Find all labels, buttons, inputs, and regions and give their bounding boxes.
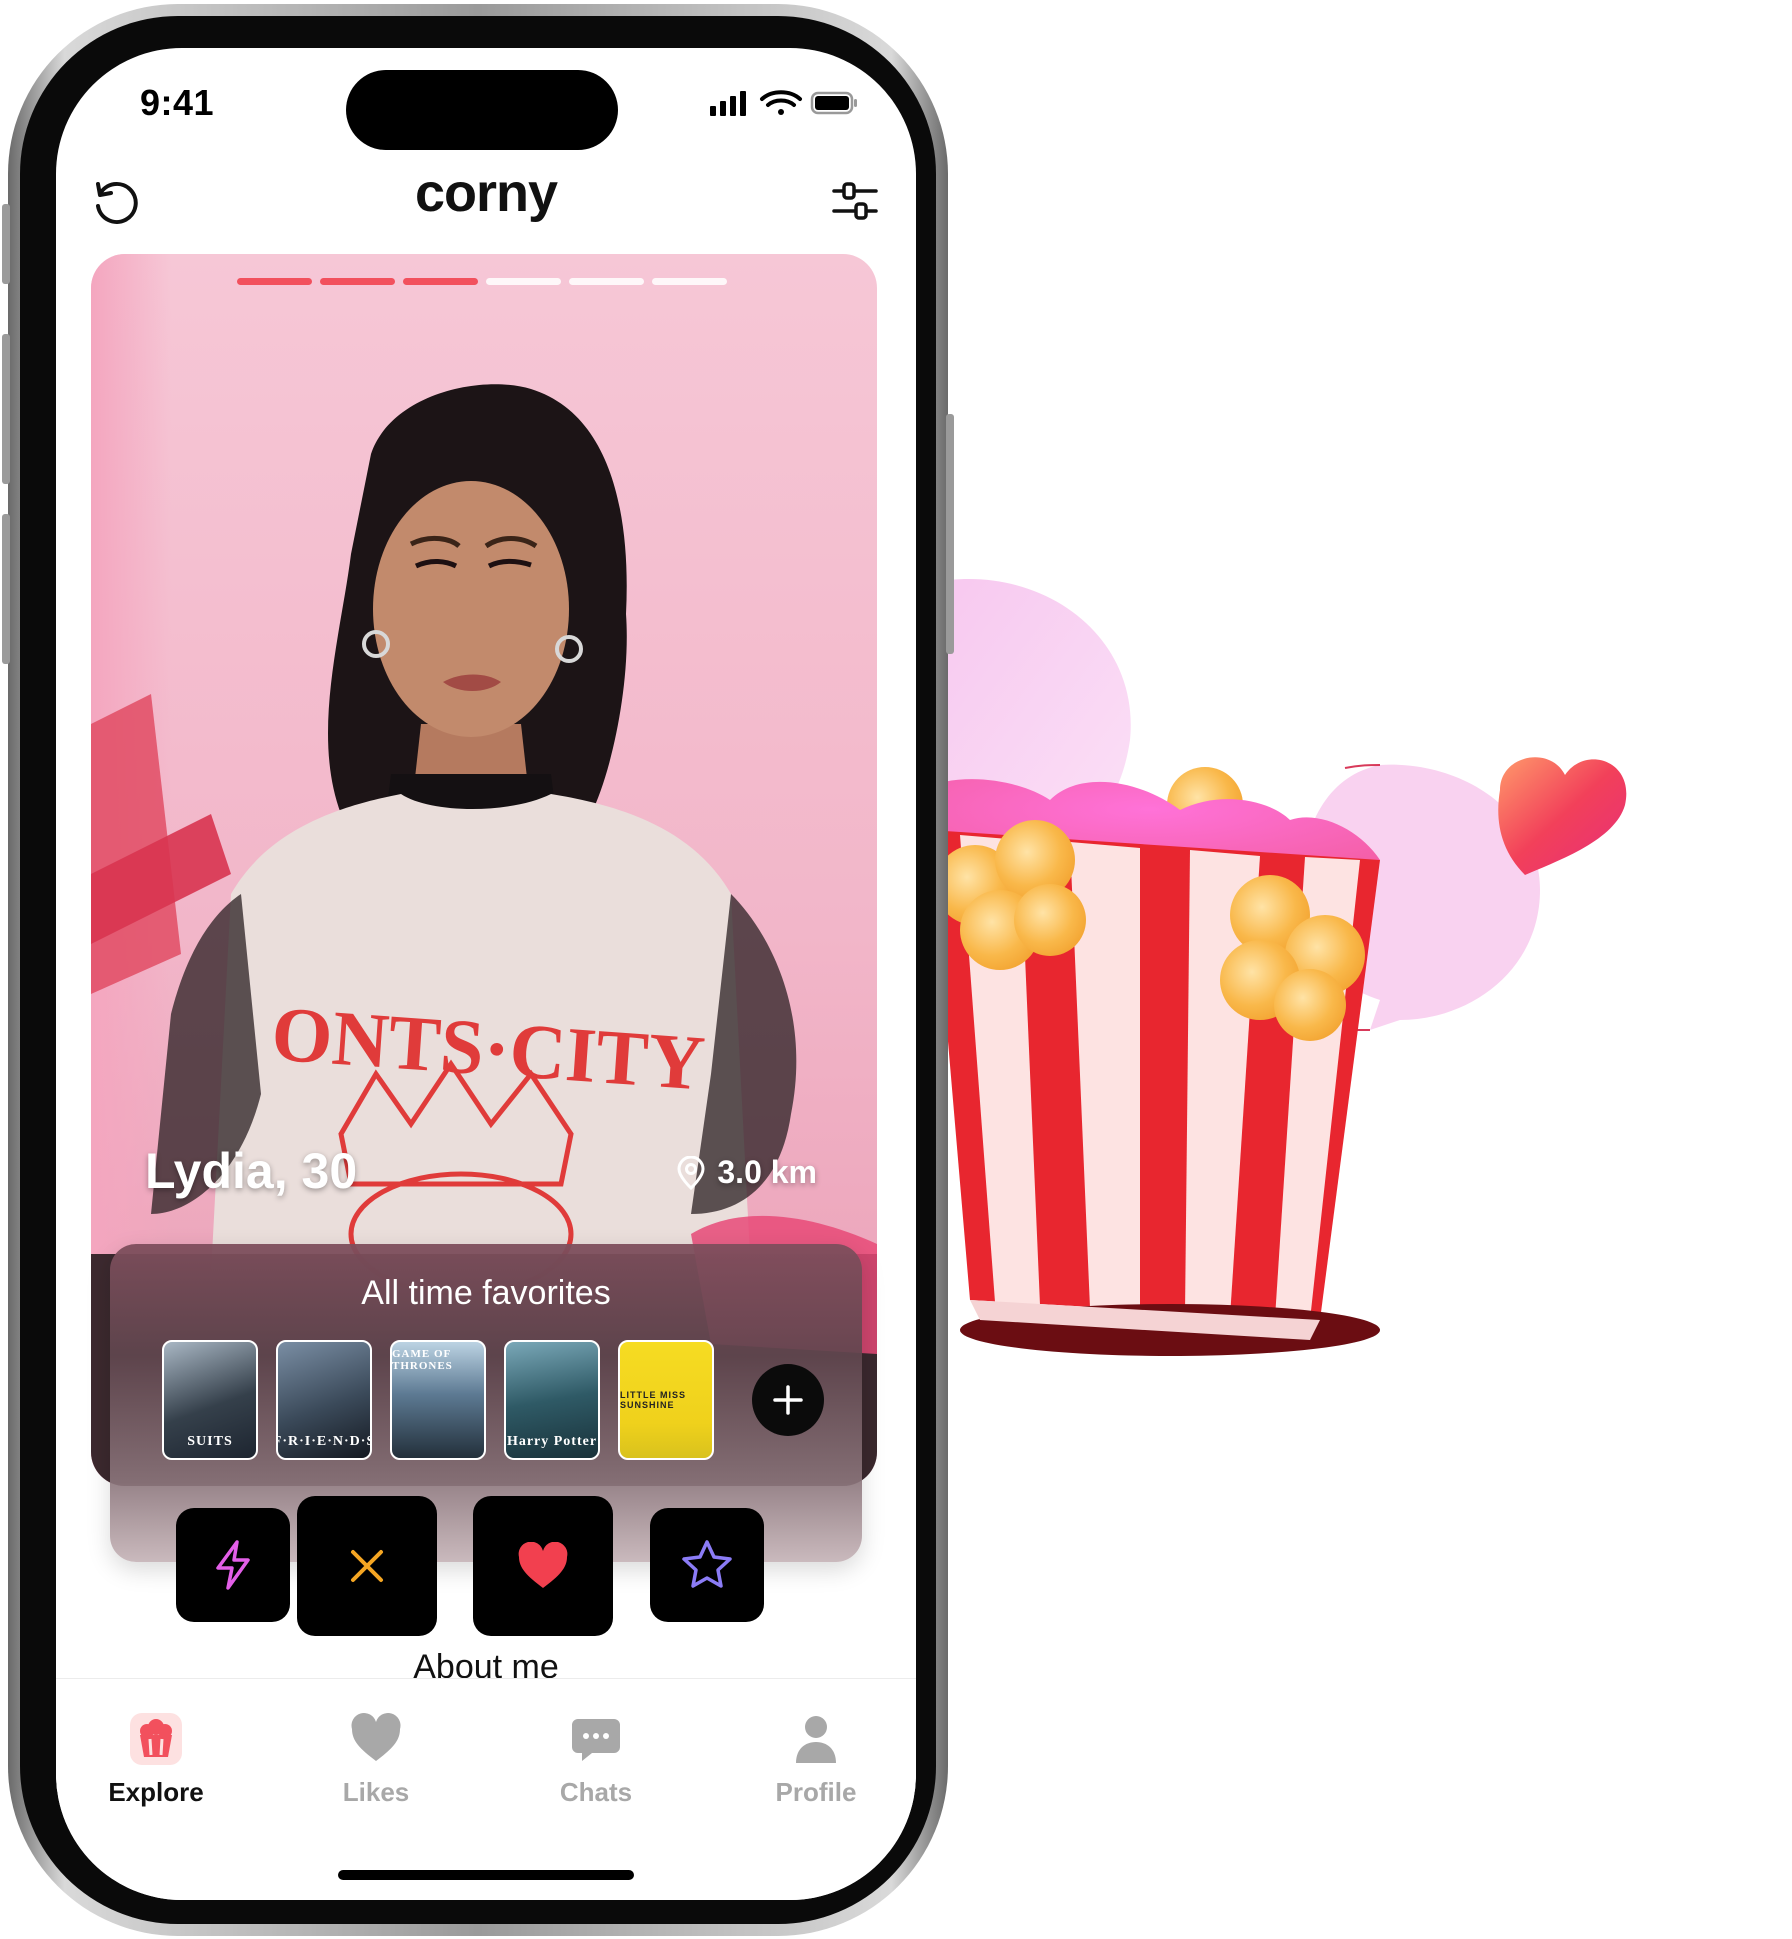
signal-icon	[710, 91, 746, 116]
tab-label: Chats	[559, 1777, 633, 1807]
favorite-poster-suits[interactable]: SUITS	[162, 1340, 258, 1460]
close-icon	[351, 1550, 383, 1582]
poster-title: Harry Potter	[506, 1434, 598, 1449]
phone-frame: 9:41 corny ONTS·CITY Lydia, 30 3.0 km Al…	[2, 4, 954, 1936]
popcorn-icon	[130, 1713, 182, 1765]
app-screen: 9:41 corny ONTS·CITY Lydia, 30 3.0 km Al…	[56, 48, 916, 1900]
popcorn-illustration	[900, 579, 1627, 1356]
boost-button[interactable]	[176, 1508, 290, 1622]
tab-explore[interactable]: Explore	[56, 1711, 256, 1808]
heart-icon	[351, 1713, 401, 1761]
tab-profile[interactable]: Profile	[716, 1711, 916, 1808]
home-indicator[interactable]	[338, 1870, 634, 1880]
poster-title: LITTLE MISS SUNSHINE	[620, 1390, 686, 1410]
distance-value: 3.0 km	[717, 1154, 817, 1190]
progress-segment	[652, 278, 727, 285]
poster-title: GAME OF THRONES	[392, 1348, 453, 1372]
status-icons	[710, 90, 857, 116]
app-logo: corny	[414, 163, 558, 223]
wifi-icon	[760, 90, 802, 115]
plus-icon	[773, 1385, 803, 1415]
poster-title: SUITS	[187, 1434, 233, 1449]
favorites-title: All time favorites	[361, 1274, 611, 1312]
progress-segment	[569, 278, 644, 285]
tab-chats[interactable]: Chats	[496, 1711, 696, 1808]
heart-icon	[518, 1542, 568, 1588]
favorites-list: SUITS F·R·I·E·N·D·S GAME OF THRONES Harr…	[162, 1340, 824, 1460]
like-button[interactable]	[473, 1496, 613, 1636]
sliders-icon[interactable]	[830, 176, 880, 226]
add-favorite-button[interactable]	[752, 1364, 824, 1436]
tab-label: Explore	[108, 1777, 204, 1807]
phone-volume-up	[2, 334, 10, 484]
location-pin-icon	[677, 1155, 705, 1190]
progress-segment	[237, 278, 312, 285]
dynamic-island	[346, 70, 618, 150]
favorite-poster-game-of-thrones[interactable]: GAME OF THRONES	[390, 1340, 486, 1460]
tab-likes[interactable]: Likes	[276, 1711, 476, 1808]
phone-power-button	[946, 414, 954, 654]
app-header: corny	[56, 156, 916, 246]
progress-segment	[403, 278, 478, 285]
action-buttons	[56, 1496, 916, 1636]
favorite-poster-little-miss-sunshine[interactable]: LITTLE MISS SUNSHINE	[618, 1340, 714, 1460]
photo-progress	[237, 278, 727, 285]
chat-icon	[572, 1719, 620, 1761]
person-icon	[796, 1716, 836, 1763]
star-icon	[682, 1540, 732, 1588]
status-time: 9:41	[140, 82, 215, 123]
profile-distance: 3.0 km	[675, 1154, 817, 1191]
tab-label: Likes	[342, 1777, 410, 1807]
tab-label: Profile	[775, 1777, 857, 1807]
phone-volume-down	[2, 514, 10, 664]
favorite-poster-friends[interactable]: F·R·I·E·N·D·S	[276, 1340, 372, 1460]
progress-segment	[320, 278, 395, 285]
profile-name-age: Lydia, 30	[145, 1143, 358, 1199]
tab-bar: Explore Likes Chats Profile	[56, 1678, 916, 1900]
favorite-poster-harry-potter[interactable]: Harry Potter	[504, 1340, 600, 1460]
phone-action-button	[2, 204, 10, 284]
progress-segment	[486, 278, 561, 285]
superlike-button[interactable]	[650, 1508, 764, 1622]
poster-title: F·R·I·E·N·D·S	[276, 1434, 372, 1449]
battery-icon	[810, 91, 857, 115]
lightning-icon	[216, 1540, 250, 1590]
dislike-button[interactable]	[297, 1496, 437, 1636]
